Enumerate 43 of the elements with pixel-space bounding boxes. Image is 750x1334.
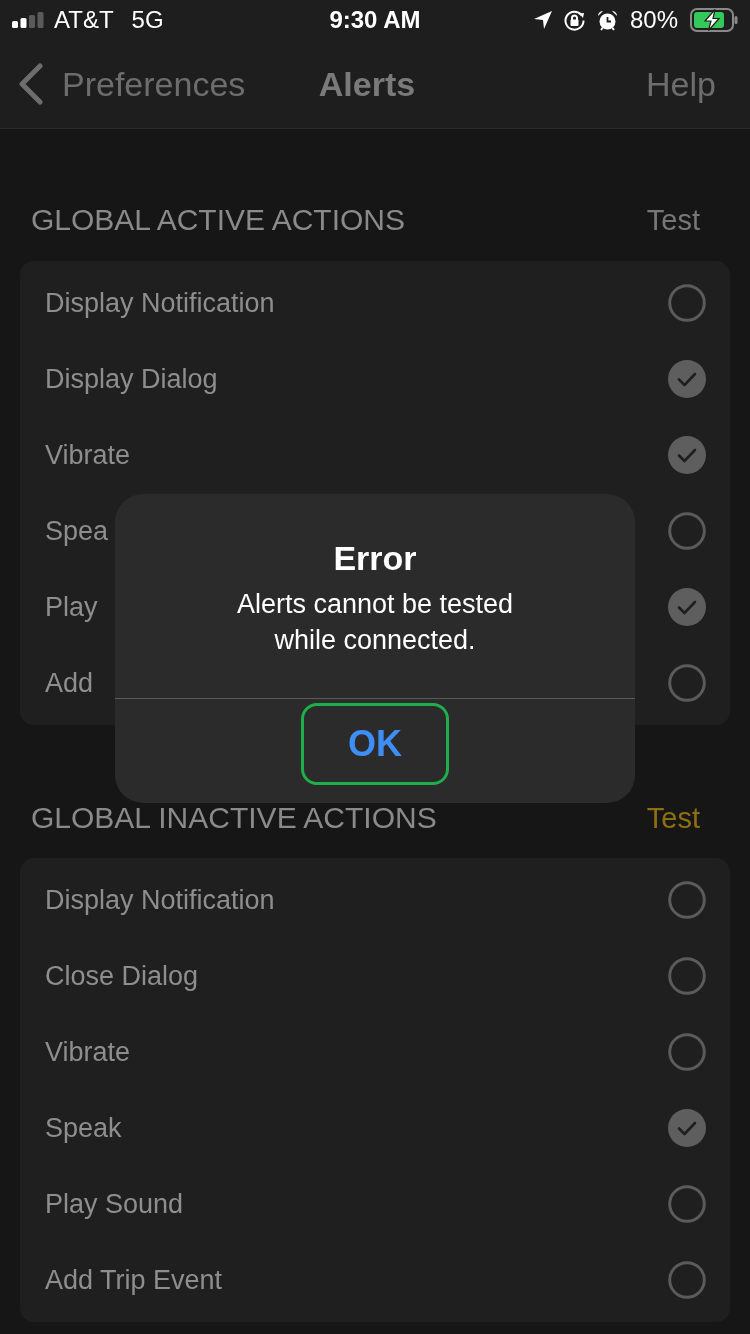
action-label: Close Dialog (45, 960, 199, 992)
action-label: Display Dialog (45, 362, 218, 395)
help-button[interactable]: Help (646, 63, 716, 105)
dialog-message: Alerts cannot be tested while connected. (235, 588, 515, 657)
battery-percentage: 80% (629, 6, 678, 34)
battery-charging-icon (690, 8, 738, 32)
checkbox[interactable] (668, 957, 706, 995)
rotation-lock-icon (563, 9, 585, 31)
action-label: Play Sound (45, 1188, 184, 1220)
checkbox[interactable] (668, 663, 706, 702)
action-label: Add Trip Event (45, 1264, 223, 1296)
action-label: Display Notification (45, 286, 275, 319)
clock-time: 9:30 AM (329, 6, 421, 34)
checkbox[interactable] (668, 511, 706, 550)
checkbox[interactable] (668, 587, 706, 626)
checkbox[interactable] (668, 359, 706, 398)
checkbox[interactable] (668, 1261, 706, 1299)
action-label: Vibrate (45, 438, 131, 471)
action-label: Speak (45, 1112, 122, 1144)
carrier-label: AT&T (54, 6, 114, 34)
signal-strength-icon (12, 12, 44, 28)
ok-button[interactable]: OK (301, 703, 449, 785)
checkbox[interactable] (668, 435, 706, 474)
chevron-left-icon (18, 63, 44, 105)
location-arrow-icon (533, 11, 552, 29)
checkbox[interactable] (668, 881, 706, 919)
action-label: Display Notification (45, 884, 275, 916)
checkbox[interactable] (668, 1109, 706, 1147)
test-button[interactable]: Test (646, 799, 700, 836)
action-label: Spea (45, 514, 109, 547)
section-header: GLOBAL INACTIVE ACTIONS (31, 799, 437, 836)
checkbox[interactable] (668, 1033, 706, 1071)
network-label: 5G (131, 6, 164, 34)
action-label: Vibrate (45, 1036, 131, 1068)
section-header: GLOBAL ACTIVE ACTIONS (31, 202, 405, 239)
action-label: Add (45, 666, 94, 699)
checkbox[interactable] (668, 1185, 706, 1223)
action-label: Play (45, 590, 98, 623)
checkbox[interactable] (668, 283, 706, 322)
alarm-clock-icon (596, 9, 618, 31)
screen-title: Alerts (318, 64, 416, 105)
back-button[interactable]: Preferences (18, 63, 246, 105)
dialog-title: Error (333, 538, 417, 578)
